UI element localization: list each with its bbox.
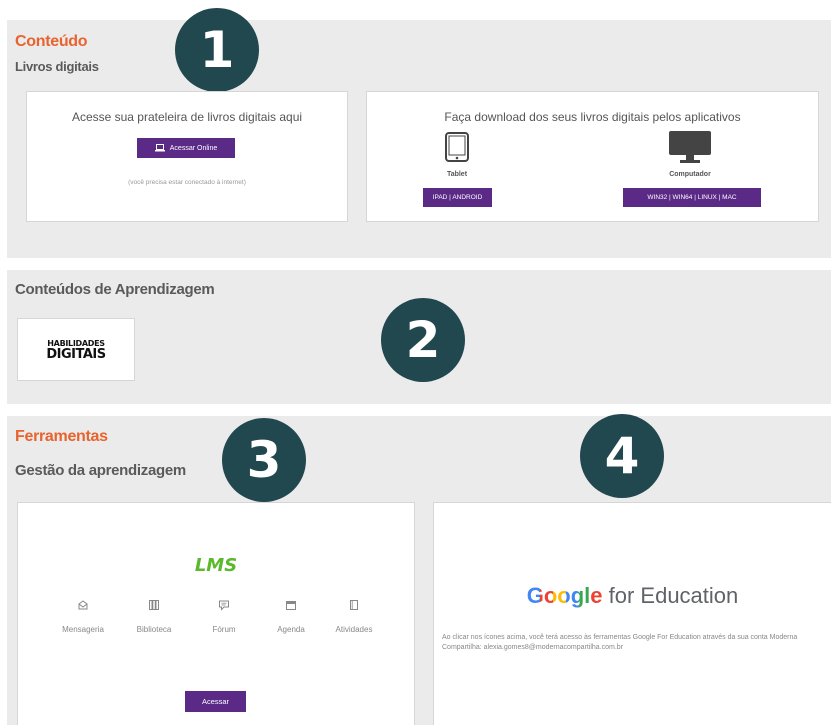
- lms-item-biblioteca[interactable]: Biblioteca: [119, 599, 189, 637]
- internet-note: (você precisa estar conectado à internet…: [128, 179, 246, 186]
- section-title-ferramentas: Ferramentas: [15, 428, 108, 445]
- access-online-label: Acessar Online: [169, 144, 218, 152]
- habilidades-logo-line2: DIGITAIS: [46, 346, 106, 362]
- number-badge-1: 1: [175, 8, 259, 92]
- tablet-icon: [445, 132, 469, 162]
- habilidades-digitais-card[interactable]: HABILIDADES DIGITAIS: [17, 318, 135, 381]
- lms-item-mensageria[interactable]: Mensageria: [48, 599, 118, 637]
- lms-access-button[interactable]: Acessar: [185, 691, 246, 712]
- lms-item-agenda[interactable]: Agenda: [256, 599, 326, 637]
- computer-label: Computador: [669, 171, 711, 178]
- activity-icon: [350, 600, 358, 610]
- google-for-education-logo: Google for Education: [434, 583, 831, 609]
- download-apps-card: Faça download dos seus livros digitais p…: [366, 91, 819, 222]
- online-books-heading: Acesse sua prateleira de livros digitais…: [71, 110, 303, 124]
- section-subtitle-livros: Livros digitais: [15, 59, 99, 74]
- google-wordmark: Google: [526, 583, 603, 608]
- lms-label-mensageria: Mensageria: [62, 625, 104, 634]
- lms-label-atividades: Atividades: [335, 625, 373, 634]
- access-online-button[interactable]: Acessar Online: [137, 138, 235, 158]
- number-badge-3: 3: [222, 418, 306, 502]
- number-badge-2: 2: [381, 298, 465, 382]
- google-education-note: Ao clicar nos ícones acima, você terá ac…: [442, 634, 798, 651]
- section-title-conteudo: Conteúdo: [15, 33, 88, 50]
- section-subtitle-gestao: Gestão da aprendizagem: [15, 462, 186, 479]
- lms-label-forum: Fórum: [212, 625, 236, 634]
- forum-icon: [219, 600, 229, 611]
- section-title-conteudos-aprendizagem: Conteúdos de Aprendizagem: [15, 281, 215, 298]
- google-education-card[interactable]: Google for Education Ao clicar nos ícone…: [433, 502, 831, 725]
- lms-label-agenda: Agenda: [277, 625, 305, 634]
- number-badge-4: 4: [580, 414, 664, 498]
- lms-logo: LMS: [194, 555, 238, 576]
- lms-item-forum[interactable]: Fórum: [189, 599, 259, 637]
- computer-icon: [669, 131, 711, 163]
- library-icon: [149, 600, 159, 610]
- for-education-text: for Education: [608, 583, 739, 608]
- laptop-icon: [154, 144, 165, 152]
- computer-download-button[interactable]: WIN32 | WIN64 | LINUX | MAC: [623, 188, 761, 207]
- message-icon: [78, 600, 88, 610]
- download-apps-heading: Faça download dos seus livros digitais p…: [444, 110, 741, 124]
- lms-item-atividades[interactable]: Atividades: [319, 599, 389, 637]
- tablet-label: Tablet: [446, 171, 468, 178]
- online-books-card: Acesse sua prateleira de livros digitais…: [26, 91, 348, 222]
- lms-label-biblioteca: Biblioteca: [136, 625, 172, 634]
- lms-card: LMS Mensageria Biblioteca Fórum Agenda A…: [17, 502, 415, 725]
- calendar-icon: [286, 601, 296, 610]
- tablet-download-button[interactable]: IPAD | ANDROID: [423, 188, 492, 207]
